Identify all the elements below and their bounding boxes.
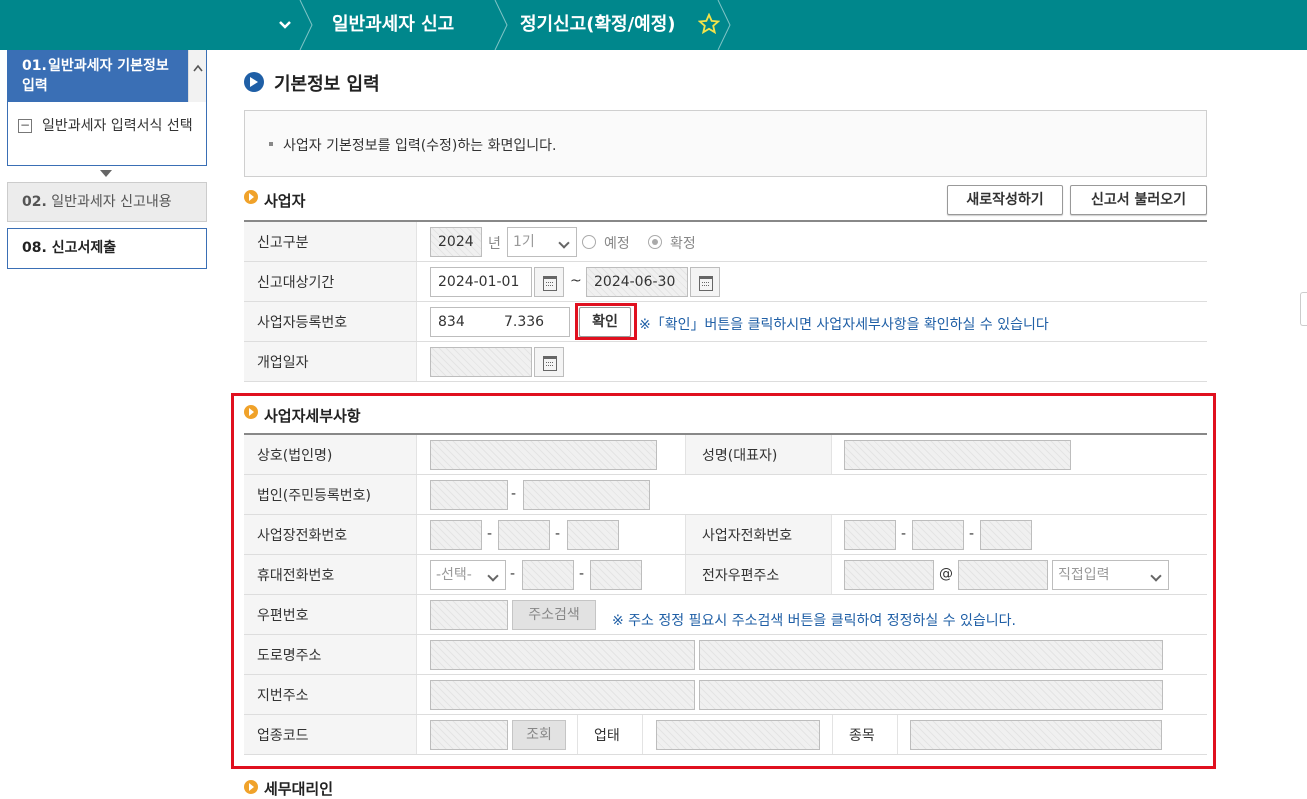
radio-prelim[interactable]	[582, 235, 596, 249]
radio-final-label: 확정	[670, 236, 696, 252]
sidebar-step-8[interactable]: 08. 신고서제출	[7, 228, 207, 269]
arrow-circle-icon	[244, 72, 264, 92]
reg-no-part-b: 7.336	[504, 314, 545, 330]
section-arrow-icon	[244, 780, 258, 794]
sidebar-step-2[interactable]: 02. 일반과세자 신고내용	[7, 182, 207, 222]
collapse-icon[interactable]: −	[18, 119, 32, 133]
breadcrumb-separator-icon	[494, 0, 508, 50]
confirm-note: ※「확인」버튼을 클릭하시면 사업자세부사항을 확인하실 수 있습니다	[639, 317, 1049, 333]
table-row: 개업일자	[244, 342, 1207, 382]
sidebar-scroll-up[interactable]	[188, 50, 206, 102]
radio-prelim-label: 예정	[604, 236, 630, 252]
step-number: 01.	[22, 58, 47, 74]
date-range-tilde: ~	[570, 273, 582, 289]
table-row: 신고대상기간 2024-01-01 ~ 2024-06-30	[244, 262, 1207, 302]
calendar-icon[interactable]	[690, 267, 720, 297]
breadcrumb-regular-report[interactable]: 정기신고(확정/예정)	[520, 0, 676, 50]
report-type-label: 신고구분	[244, 222, 417, 261]
chevron-down-icon[interactable]	[268, 8, 302, 42]
reg-no-part-a: 834	[438, 314, 465, 330]
breadcrumb-separator-icon	[299, 0, 313, 50]
reg-no-label: 사업자등록번호	[244, 302, 417, 341]
info-text: 사업자 기본정보를 입력(수정)하는 화면입니다.	[283, 138, 557, 154]
reg-no-input[interactable]: 834 7.336	[430, 307, 570, 337]
highlight-confirm-button	[575, 303, 637, 340]
highlight-details-section	[231, 393, 1216, 769]
step-label: 신고서제출	[51, 240, 117, 256]
end-date-input[interactable]: 2024-06-30	[586, 267, 688, 297]
page-title: 기본정보 입력	[274, 74, 380, 95]
load-report-button[interactable]: 신고서 불러오기	[1070, 185, 1207, 215]
open-date-label: 개업일자	[244, 342, 417, 381]
start-date-input[interactable]: 2024-01-01	[430, 267, 532, 297]
side-panel-handle[interactable]	[1300, 292, 1307, 326]
section-title-business: 사업자	[264, 192, 306, 210]
info-box: 사업자 기본정보를 입력(수정)하는 화면입니다.	[244, 110, 1207, 177]
step-number: 02.	[22, 194, 47, 210]
sidebar-step-1-header[interactable]: 01.일반과세자 기본정보 입력	[8, 50, 188, 102]
bullet-icon	[269, 142, 273, 146]
calendar-icon[interactable]	[534, 267, 564, 297]
sidebar-step-1: 01.일반과세자 기본정보 입력 − 일반과세자 입력서식 선택	[7, 50, 207, 166]
top-navigation-bar: 일반과세자 신고 정기신고(확정/예정)	[0, 0, 1307, 50]
new-write-button[interactable]: 새로작성하기	[947, 185, 1063, 215]
chevron-up-icon	[192, 64, 203, 72]
year-input[interactable]: 2024	[430, 227, 482, 257]
year-unit: 년	[488, 236, 501, 252]
sidebar-sub-item-input-form[interactable]: − 일반과세자 입력서식 선택	[16, 116, 196, 136]
step-number: 08.	[22, 240, 47, 256]
table-row: 사업자등록번호 834 7.336 확인 ※「확인」버튼을 클릭하시면 사업자세…	[244, 302, 1207, 342]
business-form-table: 신고구분 2024 년 1기 예정 확정 신고대상기간 2024-01-01 ~…	[244, 220, 1207, 382]
open-date-input[interactable]	[430, 347, 532, 377]
sidebar-sub-item-label: 일반과세자 입력서식 선택	[42, 118, 193, 134]
section-arrow-icon	[244, 190, 258, 204]
period-select[interactable]: 1기	[507, 227, 577, 257]
arrow-down-icon	[100, 170, 112, 177]
breadcrumb-separator-icon	[717, 0, 731, 50]
breadcrumb-general-taxpayer[interactable]: 일반과세자 신고	[332, 0, 454, 50]
section-title-tax-agent: 세무대리인	[264, 780, 334, 798]
calendar-icon[interactable]	[534, 347, 564, 377]
radio-final[interactable]	[648, 235, 662, 249]
period-label: 신고대상기간	[244, 262, 417, 301]
step-label: 일반과세자 신고내용	[51, 194, 172, 210]
table-row: 신고구분 2024 년 1기 예정 확정	[244, 222, 1207, 262]
